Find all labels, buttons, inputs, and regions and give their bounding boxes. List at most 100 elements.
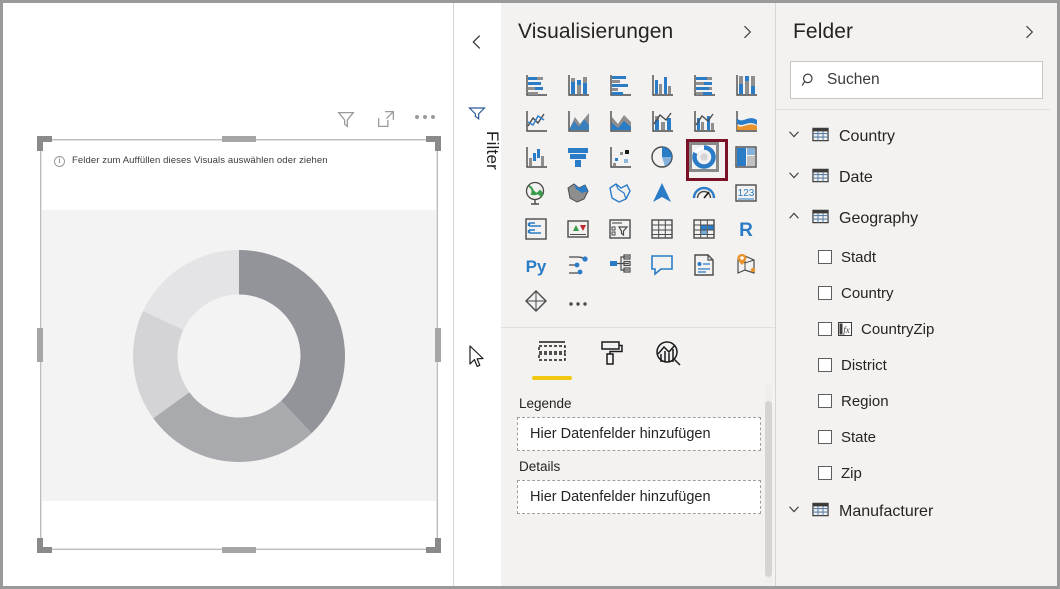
viz-type-map[interactable] [515, 175, 557, 211]
visualizations-scrollbar-thumb[interactable] [765, 401, 772, 577]
viz-type-power-apps[interactable] [515, 283, 557, 319]
viz-type-r-script-visual[interactable]: R [725, 211, 767, 247]
viz-type-line-and-clustered-column-chart[interactable] [683, 103, 725, 139]
visual-header-toolbar[interactable] [335, 108, 435, 130]
visualization-settings-tabs[interactable] [501, 328, 775, 384]
viz-type-decomposition-tree[interactable] [557, 247, 599, 283]
fields-tree[interactable]: CountryDateGeographyStadtCountryfxCountr… [776, 110, 1057, 532]
viz-type-table[interactable] [641, 211, 683, 247]
viz-type-key-influencers[interactable] [599, 247, 641, 283]
field-row[interactable]: Region [776, 383, 1057, 419]
viz-type-paginated-report[interactable] [683, 247, 725, 283]
viz-type-pie-chart[interactable] [641, 139, 683, 175]
field-row[interactable]: District [776, 347, 1057, 383]
resize-handle-top-right[interactable] [426, 136, 441, 151]
viz-type-scatter-chart[interactable] [599, 139, 641, 175]
viz-type-line-chart[interactable] [515, 103, 557, 139]
chevron-down-icon[interactable] [786, 167, 802, 183]
analytics-tab[interactable] [639, 338, 697, 384]
chevron-down-icon[interactable] [786, 501, 802, 517]
viz-type-stacked-column-chart[interactable] [557, 67, 599, 103]
viz-type-card[interactable]: 123 [725, 175, 767, 211]
resize-handle-top-left[interactable] [37, 136, 52, 151]
field-checkbox[interactable] [818, 394, 832, 408]
more-options-icon[interactable] [415, 115, 435, 119]
viz-type-100-percent-stacked-bar-chart[interactable] [683, 67, 725, 103]
fields-table-row[interactable]: Geography [776, 198, 1057, 239]
well-dropzone[interactable]: Hier Datenfelder hinzufügen [517, 417, 761, 451]
chevron-down-icon[interactable] [786, 126, 802, 147]
viz-type-filled-map[interactable] [557, 175, 599, 211]
field-checkbox[interactable] [818, 286, 832, 300]
format-tab[interactable] [581, 338, 639, 384]
viz-type-multi-row-card[interactable] [515, 211, 557, 247]
viz-type-funnel-chart[interactable] [557, 139, 599, 175]
search-input[interactable]: Suchen [790, 61, 1043, 99]
viz-type-matrix[interactable] [683, 211, 725, 247]
viz-type-clustered-bar-chart[interactable] [599, 67, 641, 103]
viz-type-shape-map[interactable] [599, 175, 641, 211]
resize-handle-bottom-right[interactable] [426, 538, 441, 553]
fields-scrollbar[interactable] [1050, 3, 1057, 586]
viz-type-ribbon-chart[interactable] [725, 103, 767, 139]
viz-type-100-percent-stacked-column-chart[interactable] [725, 67, 767, 103]
fields-search-container[interactable]: Suchen [776, 61, 1057, 109]
selected-visual-container[interactable]: i Felder zum Auffüllen dieses Visuals au… [41, 140, 437, 549]
focus-mode-icon[interactable] [375, 108, 397, 130]
viz-type-stacked-bar-chart[interactable] [515, 67, 557, 103]
report-canvas[interactable]: i Felder zum Auffüllen dieses Visuals au… [3, 3, 453, 586]
viz-type-stacked-area-chart[interactable] [599, 103, 641, 139]
visualizations-pane[interactable]: Visualisierungen 123RPy [501, 3, 776, 586]
fields-table-row[interactable]: Date [776, 157, 1057, 198]
field-row[interactable]: Zip [776, 455, 1057, 491]
viz-type-clustered-column-chart[interactable] [641, 67, 683, 103]
resize-handle-right[interactable] [435, 328, 441, 362]
viz-type-area-chart[interactable] [557, 103, 599, 139]
field-wells[interactable]: LegendeHier Datenfelder hinzufügenDetail… [501, 384, 775, 514]
resize-handle-top[interactable] [222, 136, 256, 142]
well-dropzone[interactable]: Hier Datenfelder hinzufügen [517, 480, 761, 514]
fields-table-row[interactable]: Manufacturer [776, 491, 1057, 532]
resize-handle-bottom-left[interactable] [37, 538, 52, 553]
donut-chart[interactable] [119, 236, 359, 476]
fields-pane[interactable]: Felder Suchen CountryDateGeographyStadtC… [776, 3, 1057, 586]
field-row[interactable]: fxCountryZip [776, 311, 1057, 347]
field-checkbox[interactable] [818, 358, 832, 372]
viz-type-gauge[interactable] [683, 175, 725, 211]
chevron-right-icon[interactable] [1019, 22, 1039, 42]
visual-body[interactable]: i Felder zum Auffüllen dieses Visuals au… [41, 140, 437, 549]
viz-type-donut-chart[interactable] [683, 139, 725, 175]
viz-type-slicer[interactable] [599, 211, 641, 247]
chevron-left-icon[interactable] [466, 31, 488, 53]
field-checkbox[interactable] [818, 322, 832, 336]
fields-tab[interactable] [523, 338, 581, 384]
field-checkbox[interactable] [818, 250, 832, 264]
filter-icon[interactable] [335, 108, 357, 130]
resize-handle-left[interactable] [37, 328, 43, 362]
chevron-down-icon[interactable] [786, 501, 802, 522]
donut-chart-plot-area[interactable] [42, 210, 436, 501]
viz-type-line-and-stacked-column-chart[interactable] [641, 103, 683, 139]
viz-type-azure-map[interactable] [641, 175, 683, 211]
donut-slice[interactable] [239, 250, 345, 433]
filters-pane-collapsed[interactable]: Filter [453, 3, 501, 586]
viz-type-waterfall-chart[interactable] [515, 139, 557, 175]
resize-handle-bottom[interactable] [222, 547, 256, 553]
field-row[interactable]: Country [776, 275, 1057, 311]
viz-type-kpi[interactable] [557, 211, 599, 247]
field-row[interactable]: State [776, 419, 1057, 455]
fields-table-row[interactable]: Country [776, 116, 1057, 157]
viz-type-treemap[interactable] [725, 139, 767, 175]
chevron-down-icon[interactable] [786, 126, 802, 142]
chevron-up-icon[interactable] [786, 208, 802, 224]
viz-type-more-visuals[interactable] [557, 283, 599, 319]
viz-type-q-and-a[interactable] [641, 247, 683, 283]
visualization-type-grid[interactable]: 123RPy [501, 61, 775, 323]
chevron-up-icon[interactable] [786, 208, 802, 229]
field-checkbox[interactable] [818, 466, 832, 480]
filter-icon[interactable] [467, 103, 487, 123]
chevron-right-icon[interactable] [737, 22, 757, 42]
field-row[interactable]: Stadt [776, 239, 1057, 275]
chevron-down-icon[interactable] [786, 167, 802, 188]
viz-type-arcgis-map[interactable] [725, 247, 767, 283]
